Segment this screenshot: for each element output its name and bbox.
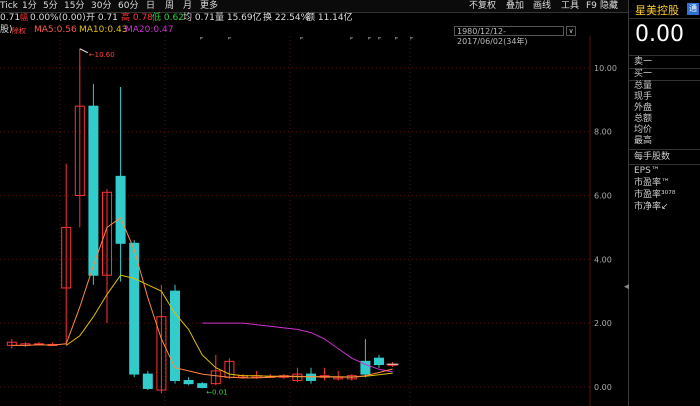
pb-label: 市净率↙ — [634, 202, 669, 212]
connect-badge[interactable]: 通 — [687, 3, 699, 15]
max-pointer — [79, 48, 89, 54]
panel-price: 0.00 — [635, 22, 684, 47]
quote-change: 0.00%(0.00) — [30, 13, 86, 23]
no-adjust-button[interactable]: 不复权 — [469, 0, 496, 12]
candle-body — [183, 379, 194, 385]
quote-turnover: 换 22.54% — [263, 13, 310, 23]
ma5-label: MA5:0.56 — [34, 25, 77, 35]
tab-tick[interactable]: Tick — [0, 0, 18, 12]
panel-separator — [629, 164, 700, 165]
overlay-button[interactable]: 叠加 — [506, 0, 524, 12]
kline-chart[interactable]: 10.008.006.004.002.000.00←10.60←0.01ᴾ ᴾ ᴾ ᴾ… — [0, 36, 628, 406]
event-marker-icon: ᴾ — [378, 36, 381, 44]
event-marker-icon: ᴾ — [200, 36, 203, 44]
quote-close: 0.71 — [0, 13, 21, 23]
tab-15min[interactable]: 15分 — [64, 0, 84, 12]
tab-1min[interactable]: 1分 — [22, 0, 37, 12]
y-tick-label: 10.00 — [594, 64, 617, 73]
ma10-label: MA10:0.43 — [79, 25, 128, 35]
tab-60min[interactable]: 60分 — [118, 0, 138, 12]
max-price-label: ←10.60 — [89, 51, 115, 59]
quote-line: 0.71 幅 0.00%(0.00) 开 0.71 高 0.78 低 0.62 … — [0, 12, 628, 24]
candle-body — [374, 357, 384, 366]
min-price-label: ←0.01 — [206, 388, 227, 396]
event-marker-icon: ᴾ — [395, 36, 398, 44]
current-hand-label: 现手 — [634, 92, 653, 102]
pe-static-label: 市盈率³⁰⁷⁸ — [634, 190, 676, 200]
quote-change-label: 幅 — [20, 13, 28, 22]
quote-open: 开 0.71 — [86, 13, 118, 23]
candle-body — [115, 175, 126, 244]
outer-label: 外盘 — [634, 103, 653, 113]
event-marker-icon: ᴾ — [228, 36, 231, 44]
candle-body — [142, 373, 153, 389]
quote-panel: 星美控股 通 0.00 卖一 买一 总量 现手 外盘 总额 均价 最高 每手股数… — [629, 0, 700, 406]
eps-label: EPS™ — [634, 166, 660, 176]
y-tick-label: 6.00 — [594, 191, 612, 200]
ask1-label: 卖一 — [634, 57, 653, 67]
quote-amount: 额 11.14亿 — [306, 13, 353, 23]
candle-body — [129, 242, 140, 375]
tab-5min[interactable]: 5分 — [43, 0, 58, 12]
ma5-line — [11, 217, 393, 379]
lot-size-label: 每手股数 — [634, 152, 671, 162]
event-marker-icon: ᴾ — [350, 36, 353, 44]
stock-name: 星美控股 — [635, 4, 679, 17]
date-range-display[interactable]: 1980/12/12-2017/06/02(34年) — [454, 26, 564, 46]
panel-separator — [629, 55, 700, 56]
ma20-label: MA20:0.47 — [125, 25, 174, 35]
candle-body — [197, 383, 208, 389]
quote-low: 低 0.62 — [152, 13, 184, 23]
total-volume-label: 总量 — [634, 81, 653, 91]
y-tick-label: 2.00 — [594, 319, 612, 328]
tab-30min[interactable]: 30分 — [91, 0, 111, 12]
highest-label: 最高 — [634, 136, 653, 146]
f9-button[interactable]: F9 — [586, 0, 597, 12]
avg-price-label: 均价 — [634, 125, 653, 135]
quote-avg: 均 0.71 — [183, 13, 215, 23]
ma-prefix: 股) — [0, 25, 13, 35]
event-marker-icon: ᴾ — [368, 36, 371, 44]
total-amount-label: 总额 — [634, 114, 653, 124]
tab-more[interactable]: 更多 — [200, 0, 218, 12]
tab-week[interactable]: 周 — [165, 0, 174, 12]
hide-button[interactable]: 隐藏 — [600, 0, 618, 12]
pe-ttm-label: 市盈率™ — [634, 178, 671, 188]
y-tick-label: 0.00 — [594, 383, 612, 392]
candle-body — [306, 373, 316, 381]
y-tick-label: 4.00 — [594, 255, 612, 264]
candle-body — [88, 105, 99, 276]
event-marker-icon: ᴾ — [410, 36, 413, 44]
draw-line-button[interactable]: 画线 — [533, 0, 551, 12]
event-marker-icon: ᴾ — [300, 36, 303, 44]
bid1-label: 买一 — [634, 69, 653, 79]
tab-month[interactable]: 月 — [183, 0, 192, 12]
panel-separator — [629, 149, 700, 150]
y-tick-label: 8.00 — [594, 128, 612, 137]
quote-volume: 量 15.69亿 — [215, 13, 262, 23]
quote-high: 高 0.78 — [121, 13, 153, 23]
tools-button[interactable]: 工具 — [561, 0, 579, 12]
panel-separator — [629, 18, 700, 19]
date-range-dropdown[interactable]: ∨ — [566, 26, 576, 36]
tab-day[interactable]: 日 — [146, 0, 155, 12]
